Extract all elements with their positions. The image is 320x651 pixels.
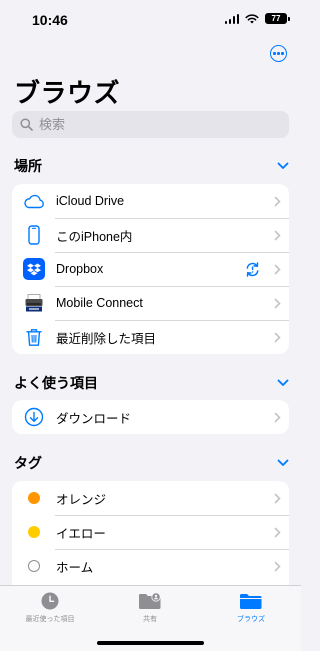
favorite-item-label: ダウンロード xyxy=(56,411,132,426)
sync-icon xyxy=(246,261,259,277)
favorite-item-downloads[interactable]: ダウンロード xyxy=(12,400,289,434)
search-icon xyxy=(20,118,33,131)
chevron-right-icon xyxy=(274,561,281,571)
chevron-down-icon[interactable] xyxy=(277,162,289,170)
tag-item-home[interactable]: ホーム xyxy=(12,549,289,583)
tag-item-label: ホーム xyxy=(56,560,94,575)
location-item-label: Mobile Connect xyxy=(56,296,143,310)
chevron-right-icon xyxy=(274,298,281,308)
yellow-tag-dot-icon xyxy=(28,526,40,538)
favorites-list: ダウンロード xyxy=(12,400,289,434)
chevron-right-icon xyxy=(274,230,281,240)
section-header-favorites[interactable]: よく使う項目 xyxy=(14,372,289,394)
chevron-down-icon[interactable] xyxy=(277,379,289,387)
page-title: ブラウズ xyxy=(14,78,121,108)
chevron-down-icon[interactable] xyxy=(277,459,289,467)
trash-icon xyxy=(26,328,42,346)
status-bar: 10:46 77 xyxy=(0,0,301,40)
wifi-icon xyxy=(245,13,259,23)
tab-label: 共有 xyxy=(143,616,157,623)
tag-item-label: オレンジ xyxy=(56,492,107,507)
locations-list: iCloud Drive このiPhone内 Dropbox Mobile Co… xyxy=(12,184,289,354)
cellular-signal-icon xyxy=(224,13,239,24)
shared-folder-icon xyxy=(139,592,161,609)
location-item-dropbox[interactable]: Dropbox xyxy=(12,252,289,286)
location-item-on-my-iphone[interactable]: このiPhone内 xyxy=(12,218,289,252)
location-item-icloud-drive[interactable]: iCloud Drive xyxy=(12,184,289,218)
tab-shared[interactable]: 共有 xyxy=(100,592,200,624)
location-item-label: Dropbox xyxy=(56,262,104,276)
tags-list: オレンジ イエロー ホーム xyxy=(12,481,289,585)
brother-printer-icon xyxy=(25,294,43,312)
chevron-right-icon xyxy=(274,264,281,274)
ellipsis-circle-icon[interactable] xyxy=(270,45,287,62)
files-app-screen: 10:46 77 ブラウズ 場所 xyxy=(0,0,301,651)
location-item-label: 最近削除した項目 xyxy=(56,331,157,346)
tab-label: ブラウズ xyxy=(237,616,265,623)
location-item-recently-deleted[interactable]: 最近削除した項目 xyxy=(12,320,289,354)
chevron-right-icon xyxy=(274,412,281,422)
tag-item-yellow[interactable]: イエロー xyxy=(12,515,289,549)
section-header-locations[interactable]: 場所 xyxy=(14,155,289,177)
chevron-right-icon xyxy=(274,527,281,537)
tag-item-label: イエロー xyxy=(56,526,106,541)
icloud-icon xyxy=(24,194,44,208)
clock-icon xyxy=(41,592,59,610)
status-time: 10:46 xyxy=(32,12,68,28)
home-indicator xyxy=(97,641,204,645)
chevron-right-icon xyxy=(274,493,281,503)
location-item-label: iCloud Drive xyxy=(56,194,125,208)
battery-icon: 77 xyxy=(265,13,290,24)
location-item-mobile-connect[interactable]: Mobile Connect xyxy=(12,286,289,320)
search-input[interactable] xyxy=(39,117,279,132)
orange-tag-dot-icon xyxy=(28,492,40,504)
section-title-favorites: よく使う項目 xyxy=(14,375,98,391)
folder-icon xyxy=(240,594,262,609)
section-title-locations: 場所 xyxy=(14,158,42,174)
location-item-label: このiPhone内 xyxy=(56,229,133,244)
home-tag-dot-icon xyxy=(28,560,40,572)
chevron-right-icon xyxy=(274,196,281,206)
search-bar[interactable] xyxy=(12,111,289,138)
dropbox-icon xyxy=(23,258,45,280)
tab-recents[interactable]: 最近使った項目 xyxy=(0,592,100,624)
tag-item-orange[interactable]: オレンジ xyxy=(12,481,289,515)
section-title-tags: タグ xyxy=(14,455,42,471)
tab-browse[interactable]: ブラウズ xyxy=(201,592,301,624)
iphone-icon xyxy=(28,225,40,245)
section-header-tags[interactable]: タグ xyxy=(14,452,289,474)
tab-label: 最近使った項目 xyxy=(25,616,75,623)
download-icon xyxy=(24,407,44,427)
status-icons: 77 xyxy=(224,13,290,24)
chevron-right-icon xyxy=(274,332,281,342)
